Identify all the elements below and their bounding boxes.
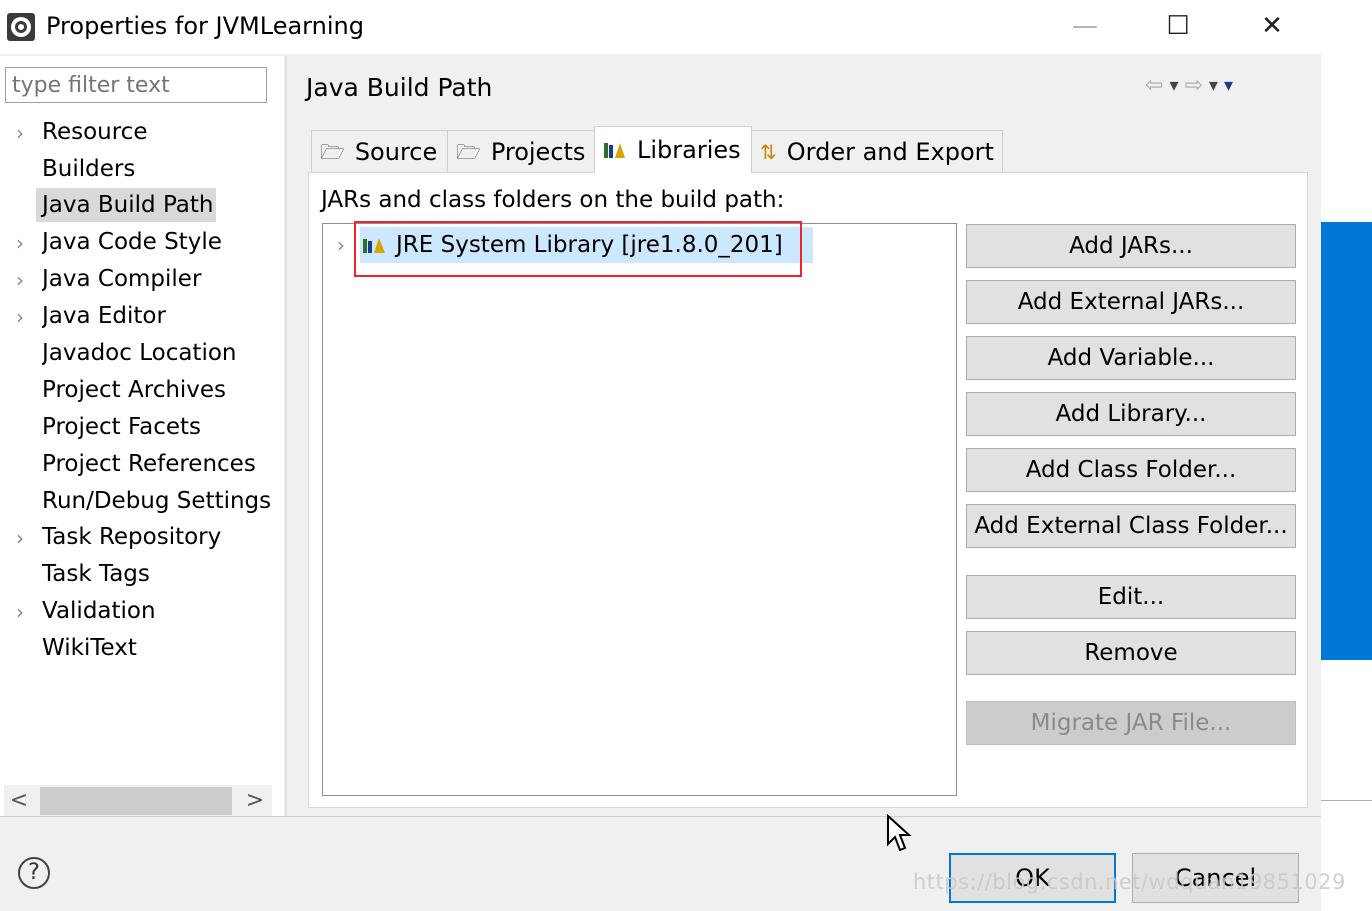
tree-horizontal-scrollbar[interactable]: < >: [4, 785, 272, 817]
tree-item-java-code-style[interactable]: Java Code Style: [42, 225, 270, 259]
sash-divider[interactable]: [285, 56, 287, 816]
tab-label: Projects: [490, 137, 586, 166]
expand-arrow-icon[interactable]: ›: [16, 226, 30, 260]
tree-item-project-archives[interactable]: Project Archives: [42, 373, 270, 407]
migrate-jar-button: Migrate JAR File...: [966, 701, 1296, 745]
background-blue-panel: [1321, 222, 1372, 660]
remove-button[interactable]: Remove: [966, 631, 1296, 675]
tab-source[interactable]: 🗁 Source: [311, 130, 448, 172]
watermark: https://blog.csdn.net/wdquan19851029: [913, 870, 1346, 894]
projects-icon: 🗁: [456, 139, 481, 164]
background-divider: [1321, 800, 1372, 801]
view-menu-icon[interactable]: ▾: [1224, 75, 1233, 96]
tree-item-task-tags[interactable]: Task Tags: [42, 557, 270, 591]
add-variable-button[interactable]: Add Variable...: [966, 336, 1296, 380]
title-bar: Properties for JVMLearning — ☐ ✕: [0, 0, 1321, 54]
expand-arrow-icon[interactable]: ›: [16, 521, 30, 555]
minimize-button[interactable]: —: [1050, 4, 1120, 48]
scroll-right-icon[interactable]: >: [240, 785, 270, 817]
page-title: Java Build Path: [306, 73, 493, 102]
libraries-label: JARs and class folders on the build path…: [321, 187, 785, 213]
tree-item-javadoc-location[interactable]: Javadoc Location: [42, 336, 270, 370]
tab-libraries[interactable]: Libraries: [594, 126, 752, 173]
tree-item-run-debug-settings[interactable]: Run/Debug Settings: [42, 484, 270, 518]
add-external-jars-button[interactable]: Add External JARs...: [966, 280, 1296, 324]
add-external-class-folder-button[interactable]: Add External Class Folder...: [966, 504, 1296, 548]
forward-arrow-icon[interactable]: ⇨: [1184, 73, 1202, 98]
add-library-button[interactable]: Add Library...: [966, 392, 1296, 436]
tree-item-java-build-path[interactable]: Java Build Path: [36, 188, 216, 222]
scroll-left-icon[interactable]: <: [4, 785, 34, 817]
filter-input[interactable]: [5, 67, 267, 103]
tree-item-validation[interactable]: Validation: [42, 594, 270, 628]
scroll-thumb[interactable]: [40, 787, 232, 815]
tree-item-wikitext[interactable]: WikiText: [42, 631, 270, 665]
back-dropdown-icon[interactable]: ▾: [1169, 75, 1178, 96]
tree-item-project-references[interactable]: Project References: [42, 447, 270, 481]
close-button[interactable]: ✕: [1237, 4, 1307, 48]
source-icon: 🗁: [320, 139, 345, 164]
expand-arrow-icon[interactable]: ›: [16, 300, 30, 334]
expand-arrow-icon[interactable]: ›: [16, 595, 30, 629]
tree-item-builders[interactable]: Builders: [42, 152, 270, 186]
add-class-folder-button[interactable]: Add Class Folder...: [966, 448, 1296, 492]
tree-item-java-editor[interactable]: Java Editor: [42, 299, 270, 333]
help-icon[interactable]: ?: [18, 857, 50, 889]
expand-arrow-icon[interactable]: ›: [16, 116, 30, 150]
tab-label: Order and Export: [786, 137, 994, 166]
page-navigation: ⇦ ▾ ⇨ ▾ ▾: [1145, 70, 1233, 100]
tree-item-java-compiler[interactable]: Java Compiler: [42, 262, 270, 296]
expand-arrow-icon[interactable]: ›: [16, 263, 30, 297]
tab-projects[interactable]: 🗁 Projects: [447, 130, 595, 172]
forward-dropdown-icon[interactable]: ▾: [1209, 75, 1218, 96]
libraries-list[interactable]: [322, 223, 957, 796]
order-export-icon: ⇅: [760, 139, 777, 164]
back-arrow-icon[interactable]: ⇦: [1145, 73, 1163, 98]
tab-label: Libraries: [637, 136, 741, 164]
window-title: Properties for JVMLearning: [46, 12, 364, 40]
eclipse-app-icon: [7, 13, 35, 41]
footer-divider: [0, 816, 1321, 817]
edit-button[interactable]: Edit...: [966, 575, 1296, 619]
annotation-highlight-box: [354, 221, 802, 277]
tab-label: Source: [354, 137, 438, 166]
tab-order-and-export[interactable]: ⇅ Order and Export: [751, 130, 1003, 172]
tree-item-project-facets[interactable]: Project Facets: [42, 410, 270, 444]
libraries-icon: [604, 143, 625, 158]
tree-item-resource[interactable]: Resource: [42, 115, 270, 149]
add-jars-button[interactable]: Add JARs...: [966, 224, 1296, 268]
mouse-cursor-icon: [887, 814, 912, 852]
properties-dialog: Properties for JVMLearning — ☐ ✕ › Resou…: [0, 0, 1345, 911]
tree-item-task-repository[interactable]: Task Repository: [42, 520, 270, 554]
expand-arrow-icon[interactable]: ›: [337, 232, 345, 258]
maximize-button[interactable]: ☐: [1143, 4, 1213, 48]
